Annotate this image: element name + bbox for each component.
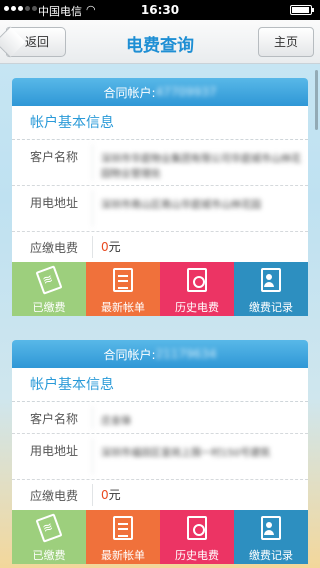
address-label: 用电地址 (30, 444, 79, 458)
account-header-label: 合同帐户: (103, 85, 156, 100)
latest-bill-label: 最新帐单 (101, 549, 145, 562)
account-header-label: 合同帐户: (103, 347, 156, 362)
address-value: 深圳市福田区皇岗上围一村150号建筑 (92, 438, 308, 475)
account-number: 21179634 (155, 347, 217, 361)
latest-bill-button[interactable]: 最新帐单 (86, 262, 160, 316)
amount-due-row: 应缴电费 0元 (12, 480, 308, 510)
nav-bar: 返回 电费查询 主页 (0, 20, 320, 64)
address-label: 用电地址 (30, 196, 79, 210)
account-header: 合同帐户: 21179634 (12, 340, 308, 368)
ticket-icon (35, 513, 63, 543)
payment-records-label: 缴费记录 (249, 301, 293, 314)
amount-due-label: 应缴电费 (30, 241, 79, 255)
status-bar: 中国电信 ◠ 16:30 (0, 0, 320, 20)
address-row: 用电地址 深圳市南山区南山华庭城市山林花园 (12, 186, 308, 232)
home-button[interactable]: 主页 (258, 27, 314, 57)
customer-name-value: 庄金锋 (92, 406, 308, 429)
paid-button[interactable]: 已缴费 (12, 262, 86, 316)
account-header: 合同帐户: 47709937 (12, 78, 308, 106)
latest-bill-label: 最新帐单 (101, 301, 145, 314)
document-icon (113, 268, 133, 292)
customer-name-value: 深圳市华庭物业集团有限公司华庭城市山林花园物业管理处 (92, 144, 308, 181)
amount-due-unit: 元 (108, 488, 121, 502)
status-time: 16:30 (140, 3, 180, 17)
customer-name-row: 客户名称 庄金锋 (12, 402, 308, 434)
history-button[interactable]: 历史电费 (160, 262, 234, 316)
battery-icon (290, 5, 314, 15)
action-bar: 已缴费 最新帐单 历史电费 缴费记录 (12, 262, 308, 316)
history-label: 历史电费 (175, 549, 219, 562)
amount-due-label: 应缴电费 (30, 489, 79, 503)
action-bar: 已缴费 最新帐单 历史电费 缴费记录 (12, 510, 308, 564)
amount-due-number: 0 (101, 240, 109, 254)
paid-label: 已缴费 (32, 301, 66, 314)
payment-records-label: 缴费记录 (249, 549, 293, 562)
section-title: 帐户基本信息 (12, 368, 308, 402)
certificate-icon (187, 268, 207, 292)
address-value: 深圳市南山区南山华庭城市山林花园 (92, 190, 308, 227)
contact-book-icon (261, 268, 281, 292)
ticket-icon (35, 265, 63, 295)
amount-due-unit: 元 (108, 240, 121, 254)
payment-records-button[interactable]: 缴费记录 (234, 262, 308, 316)
customer-name-label: 客户名称 (30, 150, 79, 164)
account-number: 47709937 (155, 85, 217, 99)
certificate-icon (187, 516, 207, 540)
account-body: 帐户基本信息 客户名称 庄金锋 用电地址 深圳市福田区皇岗上围一村150号建筑 … (12, 368, 308, 510)
account-card: 合同帐户: 21179634 帐户基本信息 客户名称 庄金锋 用电地址 深圳市福… (12, 340, 308, 564)
section-title: 帐户基本信息 (12, 106, 308, 140)
latest-bill-button[interactable]: 最新帐单 (86, 510, 160, 564)
payment-records-button[interactable]: 缴费记录 (234, 510, 308, 564)
paid-label: 已缴费 (32, 549, 66, 562)
amount-due-number: 0 (101, 488, 109, 502)
customer-name-label: 客户名称 (30, 412, 79, 426)
scroll-indicator[interactable] (315, 70, 318, 130)
amount-due-value: 0元 (92, 484, 308, 506)
amount-due-value: 0元 (92, 236, 308, 258)
address-row: 用电地址 深圳市福田区皇岗上围一村150号建筑 (12, 434, 308, 480)
account-card: 合同帐户: 47709937 帐户基本信息 客户名称 深圳市华庭物业集团有限公司… (12, 78, 308, 316)
history-button[interactable]: 历史电费 (160, 510, 234, 564)
contact-book-icon (261, 516, 281, 540)
account-body: 帐户基本信息 客户名称 深圳市华庭物业集团有限公司华庭城市山林花园物业管理处 用… (12, 106, 308, 262)
document-icon (113, 516, 133, 540)
history-label: 历史电费 (175, 301, 219, 314)
customer-name-row: 客户名称 深圳市华庭物业集团有限公司华庭城市山林花园物业管理处 (12, 140, 308, 186)
amount-due-row: 应缴电费 0元 (12, 232, 308, 262)
paid-button[interactable]: 已缴费 (12, 510, 86, 564)
